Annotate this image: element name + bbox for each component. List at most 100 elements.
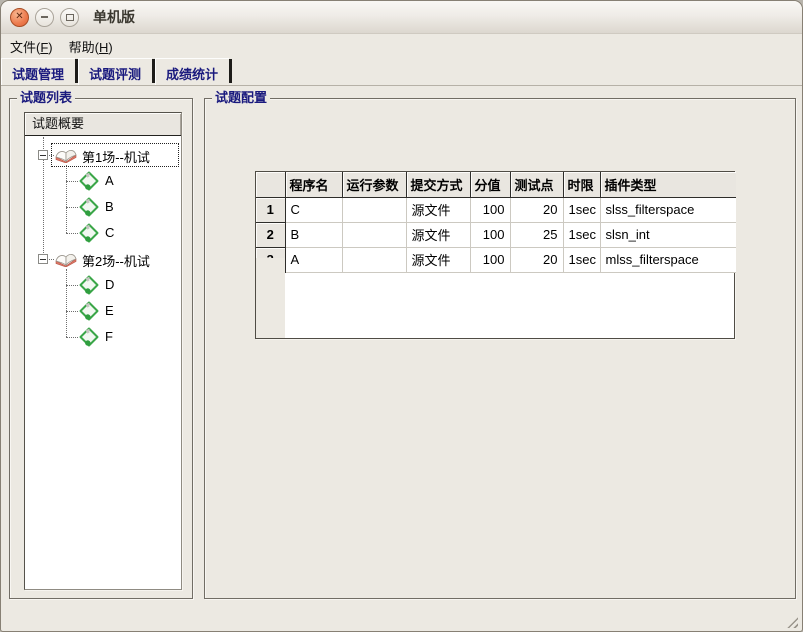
minimize-icon: [41, 16, 48, 18]
minimize-button[interactable]: [35, 8, 54, 27]
tree-node-label: 第1场--机试: [82, 147, 150, 166]
cell-args[interactable]: [342, 197, 406, 222]
menubar: 文件(F) 帮助(H): [1, 34, 802, 58]
cell-score[interactable]: 100: [470, 197, 510, 222]
open-book-icon: [54, 146, 78, 163]
cell-submit[interactable]: 源文件: [406, 222, 470, 247]
tree-leaf-label: C: [105, 225, 114, 240]
cell-program[interactable]: C: [285, 197, 342, 222]
cell-submit[interactable]: 源文件: [406, 197, 470, 222]
question-tree[interactable]: 试题概要: [24, 112, 182, 590]
problem-diamond-icon: [79, 171, 99, 191]
maximize-icon: [66, 14, 74, 21]
cell-submit[interactable]: 源文件: [406, 247, 470, 272]
cell-plugin[interactable]: slss_filterspace: [600, 197, 736, 222]
tree-leaf-B[interactable]: B: [25, 194, 181, 220]
table-row: 1 C 源文件 100 20 1sec slss_filterspace: [256, 197, 736, 222]
tree-header[interactable]: 试题概要: [25, 113, 181, 136]
question-list-label: 试题列表: [17, 90, 75, 105]
problem-diamond-icon: [79, 327, 99, 347]
tab-exam-evaluation[interactable]: 试题评测: [78, 58, 152, 85]
tree-connector-line: [66, 181, 78, 182]
tree-leaf-C[interactable]: C: [25, 220, 181, 246]
cell-plugin[interactable]: mlss_filterspace: [600, 247, 736, 272]
cell-timelimit[interactable]: 1sec: [563, 222, 600, 247]
config-table: 程序名 运行参数 提交方式 分值 测试点 时限 插件类型 1 C 源文件 100: [256, 172, 736, 273]
tree-leaf-label: F: [105, 329, 113, 344]
column-header-timelimit[interactable]: 时限: [563, 172, 600, 197]
collapse-expander-icon[interactable]: [38, 254, 48, 264]
close-button[interactable]: ✕: [10, 8, 29, 27]
cell-args[interactable]: [342, 222, 406, 247]
tree-node-session1[interactable]: 第1场--机试: [25, 142, 181, 168]
tree-node-label: 第2场--机试: [82, 251, 150, 270]
problem-diamond-icon: [79, 275, 99, 295]
cell-testpoints[interactable]: 25: [510, 222, 563, 247]
menu-help-post: ): [108, 40, 112, 55]
tree-leaf-label: A: [105, 173, 114, 188]
question-list-groupbox: 试题列表 试题概要: [9, 98, 193, 599]
tree-connector-line: [66, 285, 78, 286]
tree-leaf-F[interactable]: F: [25, 324, 181, 350]
row-header[interactable]: 1: [256, 197, 285, 222]
column-header-submit[interactable]: 提交方式: [406, 172, 470, 197]
tree-connector-line: [66, 207, 78, 208]
problem-diamond-icon: [79, 223, 99, 243]
cell-args[interactable]: [342, 247, 406, 272]
tree-node-session2[interactable]: 第2场--机试: [25, 246, 181, 272]
menu-help[interactable]: 帮助(H): [69, 37, 113, 56]
tree-connector-line: [66, 337, 78, 338]
tree-body: 第1场--机试 A: [25, 137, 181, 589]
cell-testpoints[interactable]: 20: [510, 197, 563, 222]
cell-testpoints[interactable]: 20: [510, 247, 563, 272]
cell-program[interactable]: A: [285, 247, 342, 272]
collapse-expander-icon[interactable]: [38, 150, 48, 160]
window-title: 单机版: [93, 7, 135, 27]
tree-connector-line: [66, 233, 78, 234]
tree-leaf-label: D: [105, 277, 114, 292]
tab-exam-management[interactable]: 试题管理: [1, 58, 75, 85]
cell-score[interactable]: 100: [470, 222, 510, 247]
column-header-program[interactable]: 程序名: [285, 172, 342, 197]
problem-diamond-icon: [79, 197, 99, 217]
tree-leaf-D[interactable]: D: [25, 272, 181, 298]
table-header-row: 程序名 运行参数 提交方式 分值 测试点 时限 插件类型: [256, 172, 736, 197]
cell-timelimit[interactable]: 1sec: [563, 197, 600, 222]
cell-plugin[interactable]: slsn_int: [600, 222, 736, 247]
tree-leaf-E[interactable]: E: [25, 298, 181, 324]
question-config-label: 试题配置: [212, 90, 270, 105]
config-table-widget[interactable]: 程序名 运行参数 提交方式 分值 测试点 时限 插件类型 1 C 源文件 100: [255, 171, 735, 339]
table-row: 2 B 源文件 100 25 1sec slsn_int: [256, 222, 736, 247]
cell-program[interactable]: B: [285, 222, 342, 247]
maximize-button[interactable]: [60, 8, 79, 27]
column-header-args[interactable]: 运行参数: [342, 172, 406, 197]
app-window: ✕ 单机版 文件(F) 帮助(H) 试题管理 试题评测 成绩统计 试题列表 试题…: [0, 0, 803, 632]
row-header[interactable]: 2: [256, 222, 285, 247]
tree-leaf-label: B: [105, 199, 114, 214]
column-header-score[interactable]: 分值: [470, 172, 510, 197]
row-header-strip: [256, 258, 285, 338]
table-row: 3 A 源文件 100 20 1sec mlss_filterspace: [256, 247, 736, 272]
menu-file-post: ): [48, 40, 52, 55]
window-controls: ✕: [10, 8, 79, 27]
problem-diamond-icon: [79, 301, 99, 321]
cell-timelimit[interactable]: 1sec: [563, 247, 600, 272]
corner-header-cell[interactable]: [256, 172, 285, 197]
tree-connector-line: [66, 311, 78, 312]
menu-help-mnemonic: H: [99, 40, 108, 55]
cell-score[interactable]: 100: [470, 247, 510, 272]
menu-file[interactable]: 文件(F): [10, 37, 53, 56]
tree-leaf-A[interactable]: A: [25, 168, 181, 194]
tab-separator: [229, 59, 232, 83]
main-content: 试题列表 试题概要: [3, 86, 800, 629]
menu-file-pre: 文件(: [10, 40, 40, 55]
tab-score-statistics[interactable]: 成绩统计: [155, 58, 229, 85]
column-header-plugin[interactable]: 插件类型: [600, 172, 736, 197]
column-header-testpoints[interactable]: 测试点: [510, 172, 563, 197]
question-config-groupbox: 试题配置 程序名 运行参数 提交方式 分值 测试点 时限: [204, 98, 796, 599]
titlebar[interactable]: ✕ 单机版: [1, 1, 802, 34]
menu-help-pre: 帮助(: [69, 40, 99, 55]
tree-leaf-label: E: [105, 303, 114, 318]
tabbar: 试题管理 试题评测 成绩统计: [1, 58, 802, 86]
open-book-icon: [54, 250, 78, 267]
